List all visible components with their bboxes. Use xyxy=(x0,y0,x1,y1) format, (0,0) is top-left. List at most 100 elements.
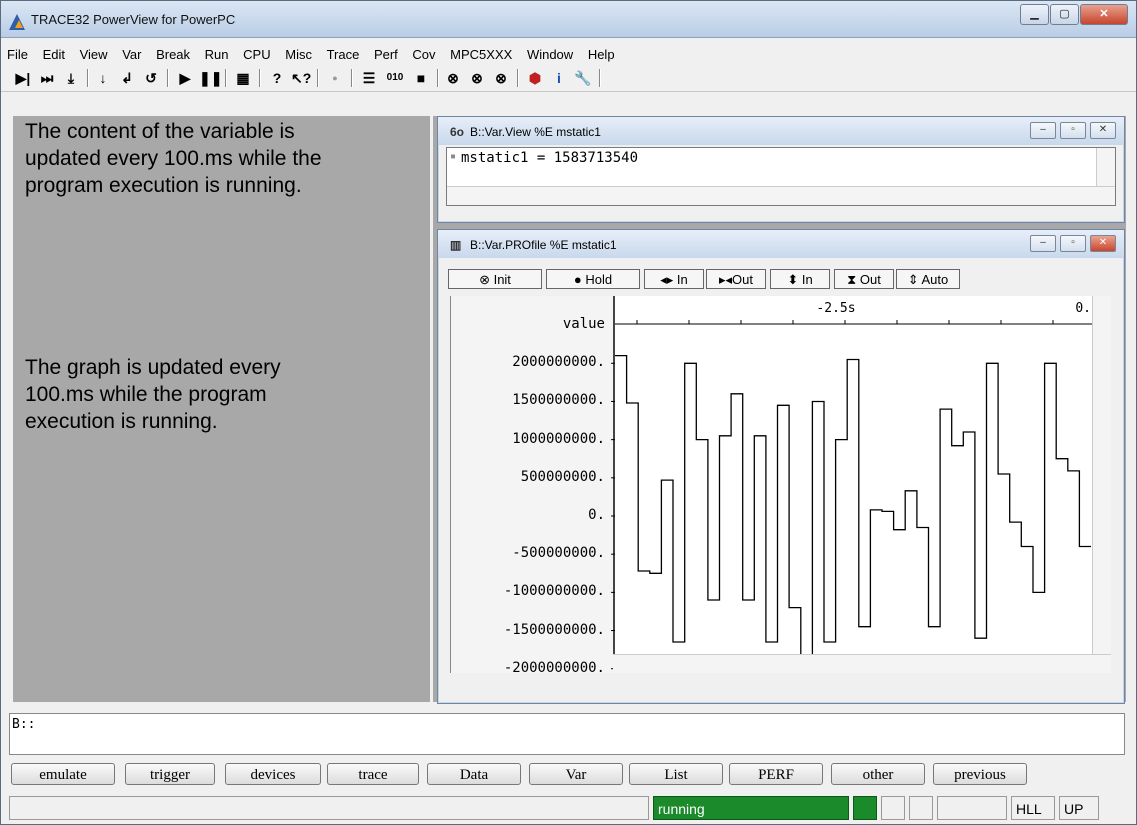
softkey-trace[interactable]: trace xyxy=(327,763,419,785)
glasses-icon: 6o xyxy=(450,125,465,139)
profile-title: B::Var.PROfile %E mstatic1 xyxy=(470,238,617,252)
dump-icon[interactable]: 010 xyxy=(385,68,405,88)
softkey-data[interactable]: Data xyxy=(427,763,521,785)
auto-scale-button[interactable]: ⇕ Auto xyxy=(896,269,960,289)
menu-view[interactable]: View xyxy=(74,45,113,62)
step-icon[interactable]: ▶| xyxy=(13,68,33,88)
softkey-var[interactable]: Var xyxy=(529,763,623,785)
profile-minimize-button[interactable]: ‒ xyxy=(1030,235,1056,252)
softkey-bar: emulate trigger devices trace Data Var L… xyxy=(1,763,1136,787)
expand-icon[interactable]: ▪ xyxy=(450,151,456,162)
go-icon[interactable]: ▶ xyxy=(175,68,195,88)
stop-icon[interactable]: ● xyxy=(325,68,345,88)
workspace-left: The content of the variable is updated e… xyxy=(13,116,430,702)
break-icon[interactable]: ❚❚ xyxy=(199,68,222,88)
varview-horizontal-scrollbar[interactable] xyxy=(447,186,1115,205)
menu-break[interactable]: Break xyxy=(150,45,195,62)
status-field-c xyxy=(937,796,1007,820)
profile-horizontal-scrollbar[interactable] xyxy=(613,654,1111,673)
profile-chart: -2.5s 0. xyxy=(611,301,1106,670)
menu-cov[interactable]: Cov xyxy=(406,45,440,62)
time-label: 0. xyxy=(1075,301,1091,316)
profile-plot-area: value 2000000000. 1500000000. 1000000000. 5… xyxy=(450,296,1111,676)
var-watch-icon[interactable]: ⊗ xyxy=(443,68,463,88)
window-title: TRACE32 PowerView for PowerPC xyxy=(31,12,236,27)
note-graph-update: The graph is updated every 100.ms while … xyxy=(25,356,281,433)
softkey-emulate[interactable]: emulate xyxy=(11,763,115,785)
context-help-icon[interactable]: ↖? xyxy=(291,68,311,88)
profile-titlebar[interactable]: ▥ B::Var.PROfile %E mstatic1 ‒ ▫ ✕ xyxy=(438,230,1124,258)
profile-close-button[interactable]: ✕ xyxy=(1090,235,1116,252)
command-prompt: B:: xyxy=(12,717,36,732)
varview-vertical-scrollbar[interactable] xyxy=(1096,148,1115,186)
var-local-icon[interactable]: ⊗ xyxy=(467,68,487,88)
menu-var[interactable]: Var xyxy=(116,45,146,62)
profile-chart-icon: ▥ xyxy=(450,238,462,252)
minimize-button[interactable]: ▁ xyxy=(1020,4,1049,25)
toolbar: ▶| ⏭ ⤓ ↓ ↲ ↺ ▶ ❚❚ ▦ ? ↖? ● ☰ 010 ■ ⊗ ⊗ ⊗… xyxy=(1,65,1136,92)
return-icon[interactable]: ↲ xyxy=(117,68,137,88)
menu-cpu[interactable]: CPU xyxy=(237,45,275,62)
trace32-logo-icon xyxy=(9,14,25,30)
menu-edit[interactable]: Edit xyxy=(37,45,70,62)
zoom-out-horizontal-button[interactable]: ▸◂Out xyxy=(706,269,766,289)
varview-titlebar[interactable]: 6o B::Var.View %E mstatic1 ‒ ▫ ✕ xyxy=(438,117,1124,145)
mode-icon[interactable]: ▦ xyxy=(233,68,253,88)
status-field-a xyxy=(881,796,905,820)
time-label: -2.5s xyxy=(816,301,855,316)
menu-misc[interactable]: Misc xyxy=(279,45,317,62)
settings-wrench-icon[interactable]: 🔧 xyxy=(573,68,593,88)
status-bar: running HLL UP xyxy=(9,796,1123,821)
profile-window: ▥ B::Var.PROfile %E mstatic1 ‒ ▫ ✕ init-… xyxy=(437,229,1125,704)
varview-minimize-button[interactable]: ‒ xyxy=(1030,122,1056,139)
step-into-icon[interactable]: ⤓ xyxy=(61,68,81,88)
status-hll: HLL xyxy=(1011,796,1055,820)
status-field-b xyxy=(909,796,933,820)
zoom-in-horizontal-button[interactable]: ◂▸ In xyxy=(644,269,704,289)
up-icon[interactable]: ↺ xyxy=(141,68,161,88)
register-icon[interactable]: ■ xyxy=(411,68,431,88)
profile-vertical-scrollbar[interactable] xyxy=(1092,296,1111,655)
menu-window[interactable]: Window xyxy=(521,45,578,62)
menu-trace[interactable]: Trace xyxy=(321,45,365,62)
softkey-perf[interactable]: PERF xyxy=(729,763,823,785)
help-icon[interactable]: ? xyxy=(267,68,287,88)
title-bar[interactable]: TRACE32 PowerView for PowerPC ▁ ▢ ✕ xyxy=(1,1,1136,38)
command-line[interactable]: B:: xyxy=(9,713,1125,755)
softkey-previous[interactable]: previous xyxy=(933,763,1027,785)
hold-button[interactable]: ● Hold xyxy=(546,269,640,289)
varview-close-button[interactable]: ✕ xyxy=(1090,122,1116,139)
softkey-other[interactable]: other xyxy=(831,763,925,785)
info-icon[interactable]: i xyxy=(549,68,569,88)
close-button[interactable]: ✕ xyxy=(1080,4,1128,25)
var-frame-icon[interactable]: ⊗ xyxy=(491,68,511,88)
menu-run[interactable]: Run xyxy=(199,45,234,62)
softkey-trigger[interactable]: trigger xyxy=(125,763,215,785)
list-icon[interactable]: ☰ xyxy=(359,68,379,88)
cpu-icon[interactable]: ⬢ xyxy=(525,68,545,88)
note-variable-update: The content of the variable is updated e… xyxy=(25,120,322,197)
init-button[interactable]: init-icon⊗ Init xyxy=(448,269,542,289)
status-up: UP xyxy=(1059,796,1099,820)
menu-file[interactable]: File xyxy=(1,45,33,62)
profile-maximize-button[interactable]: ▫ xyxy=(1060,235,1086,252)
menu-perf[interactable]: Perf xyxy=(368,45,403,62)
status-indicator xyxy=(853,796,877,820)
trace32-window: TRACE32 PowerView for PowerPC ▁ ▢ ✕ File… xyxy=(0,0,1137,825)
varview-title: B::Var.View %E mstatic1 xyxy=(470,125,601,139)
varview-line[interactable]: mstatic1 = 1583713540 xyxy=(461,150,638,166)
zoom-in-vertical-button[interactable]: ⬍ In xyxy=(770,269,830,289)
menu-mpc5xxx[interactable]: MPC5XXX xyxy=(444,45,517,62)
menu-help[interactable]: Help xyxy=(582,45,620,62)
menu-bar: File Edit View Var Break Run CPU Misc Tr… xyxy=(1,45,1136,65)
status-message xyxy=(9,796,649,820)
varview-content: ▪ mstatic1 = 1583713540 xyxy=(446,147,1116,206)
varview-maximize-button[interactable]: ▫ xyxy=(1060,122,1086,139)
zoom-out-vertical-button[interactable]: ⧗ Out xyxy=(834,269,894,289)
softkey-devices[interactable]: devices xyxy=(225,763,321,785)
softkey-list[interactable]: List xyxy=(629,763,723,785)
series-line xyxy=(615,354,1091,670)
step-over-icon[interactable]: ⏭ xyxy=(37,68,57,88)
maximize-button[interactable]: ▢ xyxy=(1050,4,1079,25)
down-icon[interactable]: ↓ xyxy=(93,68,113,88)
